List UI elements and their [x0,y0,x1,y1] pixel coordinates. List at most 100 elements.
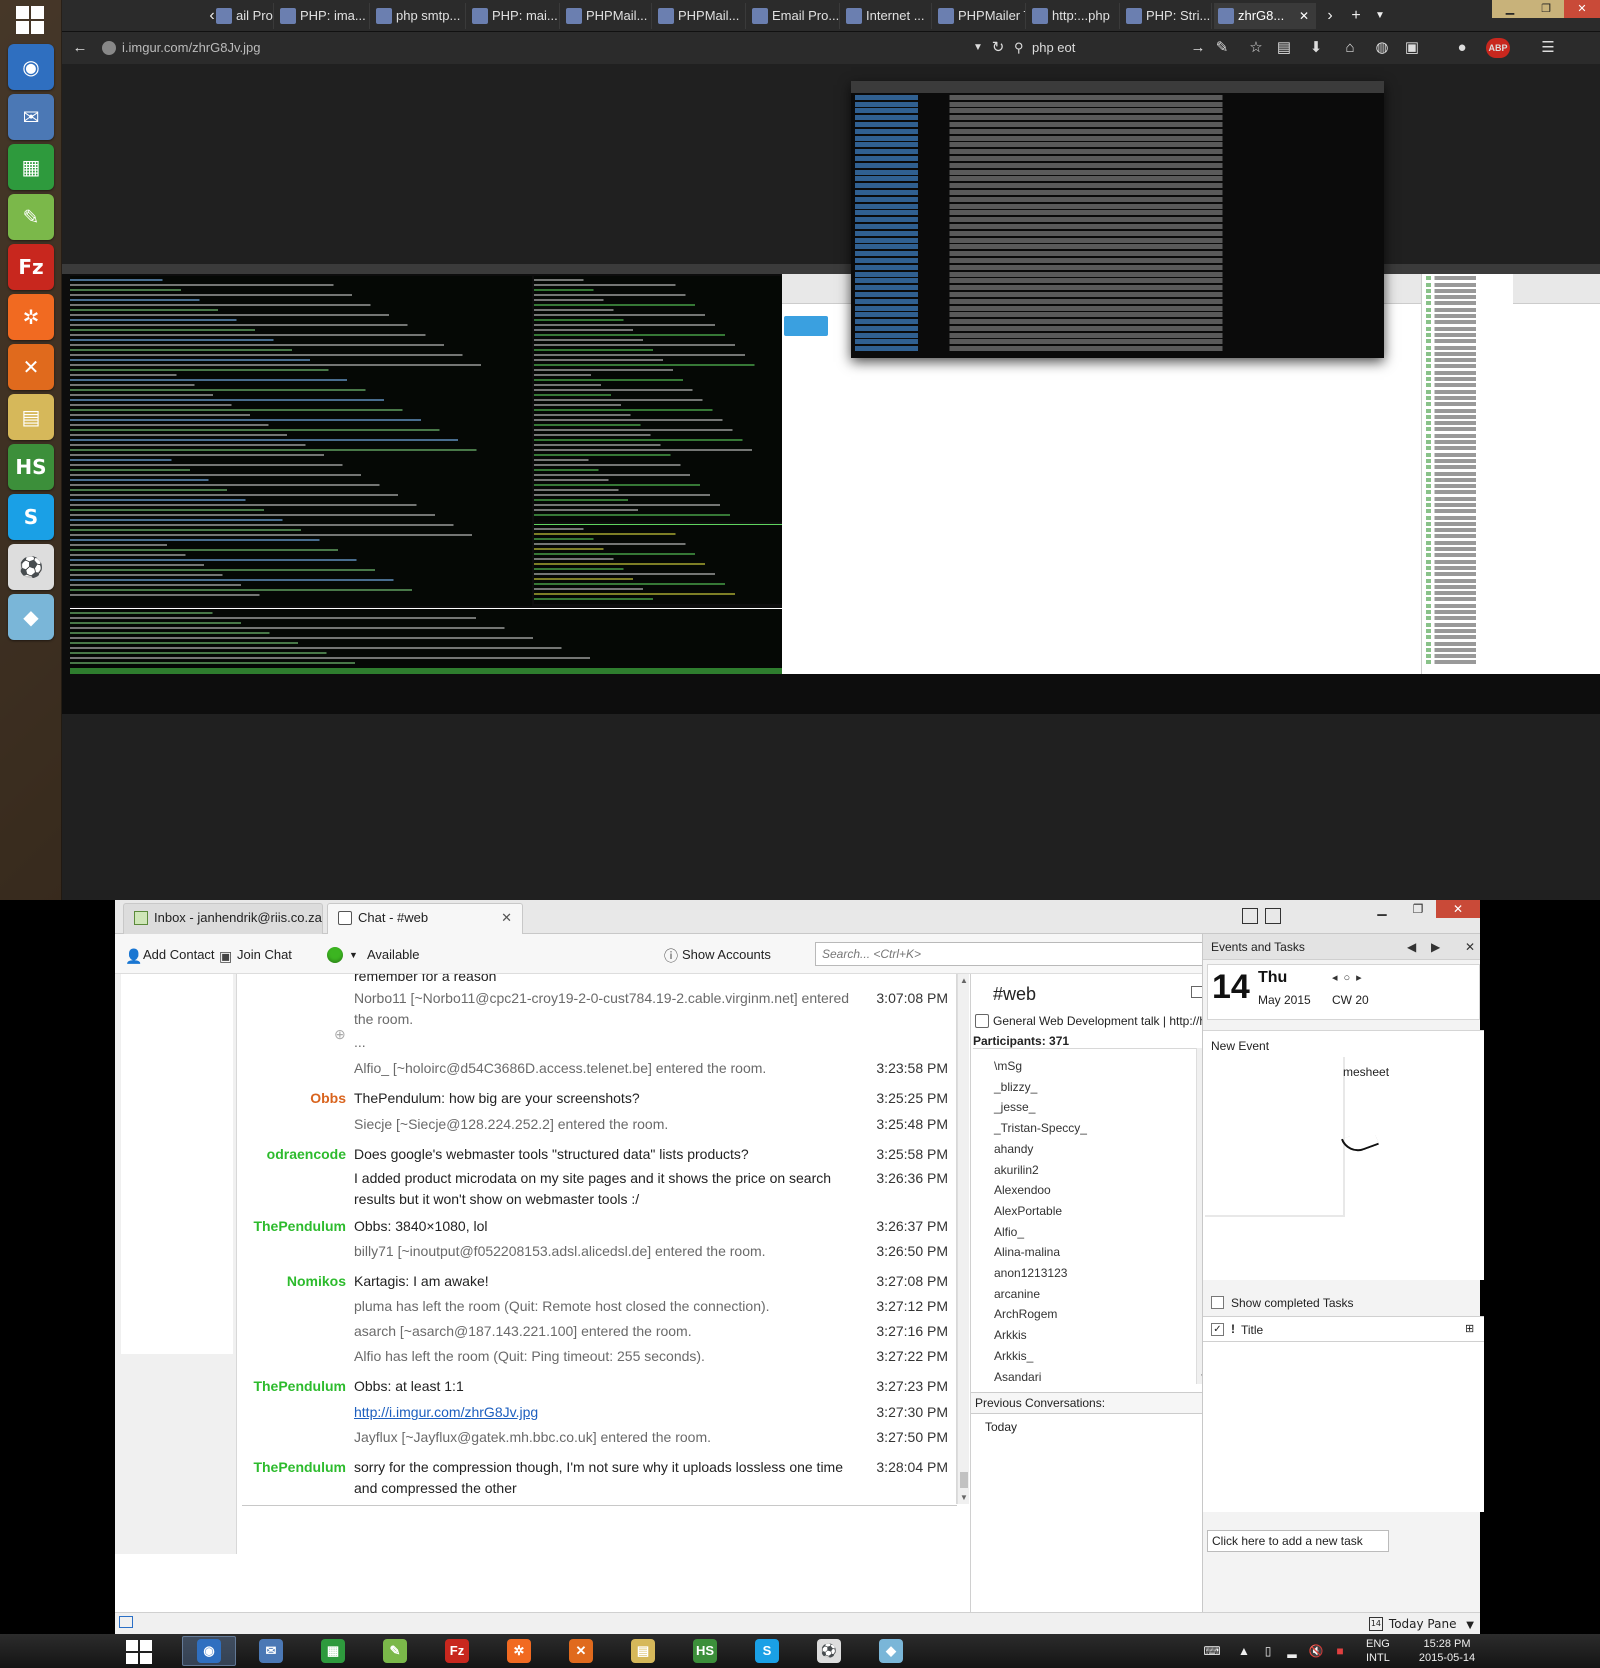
participant-item[interactable]: Alfio_ [994,1225,1024,1239]
alert-icon[interactable]: ■ [1332,1644,1348,1658]
screenshot-icon[interactable]: ▣ [1402,38,1422,58]
scroll-up-icon[interactable]: ▲ [958,976,970,985]
participant-item[interactable]: anon1213123 [994,1266,1067,1280]
participant-item[interactable]: AlexPortable [994,1204,1062,1218]
title-column-header[interactable]: Title [1241,1323,1263,1337]
firefox-launcher-icon[interactable]: ◉ [8,44,54,90]
xampp-taskbar-button[interactable]: ✲ [492,1636,546,1666]
sync-icon[interactable]: ◍ [1372,38,1392,58]
prev-view-icon[interactable]: ◀ [1407,934,1416,960]
browser-search-input[interactable]: ⚲ php eot [1010,37,1210,59]
keyboard-icon[interactable]: ⌨ [1198,1644,1226,1658]
skype-launcher-icon[interactable]: S [8,494,54,540]
column-picker-icon[interactable]: ⊞ [1465,1322,1474,1335]
clock[interactable]: 15:28 PM 2015-05-14 [1410,1637,1484,1665]
tasks-icon[interactable] [1265,908,1281,924]
add-contact-button[interactable]: 👤 Add Contact [125,946,215,964]
browser-tab[interactable]: PHP: mai... [468,3,560,29]
app-x-taskbar-button[interactable]: ✕ [554,1636,608,1666]
tab-list-icon[interactable]: ▼ [1368,3,1392,29]
close-icon[interactable]: ✕ [1436,900,1480,918]
firefox-taskbar-button[interactable]: ◉ [182,1636,236,1666]
participant-item[interactable]: \mSg [994,1059,1022,1073]
url-bar[interactable]: i.imgur.com/zhrG8Jv.jpg [98,37,1008,59]
browser-tab[interactable]: PHPMail... [562,3,652,29]
editor-taskbar-button[interactable]: ✎ [368,1636,422,1666]
wrench-icon[interactable]: ✎ [1212,38,1232,58]
file-manager-taskbar-button[interactable]: ▤ [616,1636,670,1666]
close-pane-icon[interactable]: ✕ [1465,934,1475,960]
previous-conversations-today[interactable]: Today [985,1420,1017,1434]
online-status-icon[interactable] [119,1616,133,1628]
download-icon[interactable]: ⬇ [1306,38,1326,58]
input-language[interactable]: ENG INTL [1366,1637,1390,1665]
show-completed-tasks-checkbox[interactable]: Show completed Tasks [1211,1296,1354,1310]
participant-item[interactable]: arcanine [994,1287,1040,1301]
close-tab-icon[interactable]: ✕ [501,904,512,932]
spreadsheet-launcher-icon[interactable]: ▦ [8,144,54,190]
participant-item[interactable]: Asandari [994,1370,1041,1384]
home-icon[interactable]: ⌂ [1340,38,1360,58]
message-nick[interactable]: odraencode [267,1144,346,1165]
browser-tab[interactable]: PHP: Stri... [1122,3,1212,29]
spreadsheet-taskbar-button[interactable]: ▦ [306,1636,360,1666]
thunderbird-launcher-icon[interactable]: ✉ [8,94,54,140]
skype-taskbar-button[interactable]: S [740,1636,794,1666]
participant-item[interactable]: Alina-malina [994,1245,1060,1259]
search-go-icon[interactable]: → [1188,38,1208,58]
volume-muted-icon[interactable]: 🔇 [1308,1644,1324,1658]
bookmarks-list-icon[interactable]: ▤ [1274,38,1294,58]
back-arrow-icon[interactable]: ← [70,38,90,58]
close-icon[interactable]: ✕ [1564,0,1600,18]
url-dropdown-icon[interactable]: ▼ [968,38,988,58]
scroll-down-icon[interactable]: ▼ [958,1493,970,1502]
message-link[interactable]: http://i.imgur.com/zhrG8Jv.jpg [354,1404,538,1420]
expand-icon[interactable]: ⊕ [334,1024,346,1045]
completed-column-icon[interactable]: ✓ [1211,1323,1224,1336]
calendar-icon[interactable] [1242,908,1258,924]
network-icon[interactable]: ▂ [1284,1644,1300,1658]
participant-item[interactable]: Arkkis [994,1328,1027,1342]
start-button[interactable] [126,1640,152,1664]
participant-item[interactable]: _blizzy_ [994,1080,1037,1094]
show-accounts-button[interactable]: ⓘ Show Accounts [664,946,771,964]
message-nick[interactable]: ThePendulum [253,1457,346,1478]
hs-taskbar-button[interactable]: HS [678,1636,732,1666]
xampp-launcher-icon[interactable]: ✲ [8,294,54,340]
status-available-icon[interactable] [327,947,343,963]
new-task-input[interactable]: Click here to add a new task [1207,1530,1389,1552]
browser-tab[interactable]: Internet ... [842,3,932,29]
minimize-icon[interactable]: ▁ [1492,0,1528,18]
tab-chat-web[interactable]: Chat - #web ✕ [327,903,523,934]
reload-icon[interactable]: ↻ [988,38,1008,58]
maximize-icon[interactable]: ❐ [1528,0,1564,18]
scrollbar-thumb[interactable] [960,1472,968,1488]
maximize-icon[interactable]: ❐ [1400,900,1436,918]
browser-tab[interactable]: http:...php [1028,3,1120,29]
status-dropdown-icon[interactable]: ▼ [349,946,358,964]
search-input[interactable]: Search... <Ctrl+K> ⚲ [815,942,1240,966]
device-icon[interactable]: ▯ [1260,1644,1276,1658]
minimize-icon[interactable]: ▁ [1364,900,1400,918]
star-icon[interactable]: ☆ [1246,38,1266,58]
today-pane-toggle[interactable]: 14 Today Pane ▼ [1368,1615,1474,1633]
windows-logo-icon[interactable] [16,6,44,34]
filezilla-taskbar-button[interactable]: Fz [430,1636,484,1666]
participant-item[interactable]: ahandy [994,1142,1033,1156]
ball-taskbar-button[interactable]: ⚽ [802,1636,856,1666]
browser-tab[interactable]: PHPMailer Te... [934,3,1026,29]
next-view-icon[interactable]: ▶ [1431,934,1440,960]
message-nick[interactable]: Obbs [310,1088,346,1109]
message-nick[interactable]: ThePendulum [253,1376,346,1397]
message-nick[interactable]: Nomikos [287,1271,346,1292]
filezilla-launcher-icon[interactable]: Fz [8,244,54,290]
hamburger-menu-icon[interactable]: ☰ [1538,38,1558,58]
priority-icon[interactable]: ! [1231,1322,1235,1336]
conversation-scrollbar[interactable]: ▲ ▼ [957,974,969,1504]
browser-tab[interactable]: php smtp... [372,3,466,29]
participant-item[interactable]: akurilin2 [994,1163,1039,1177]
file-manager-launcher-icon[interactable]: ▤ [8,394,54,440]
browser-tab[interactable]: Email Pro... [748,3,840,29]
tab-scroll-right-icon[interactable]: › [1318,3,1342,29]
message-nick[interactable]: ThePendulum [253,1216,346,1237]
